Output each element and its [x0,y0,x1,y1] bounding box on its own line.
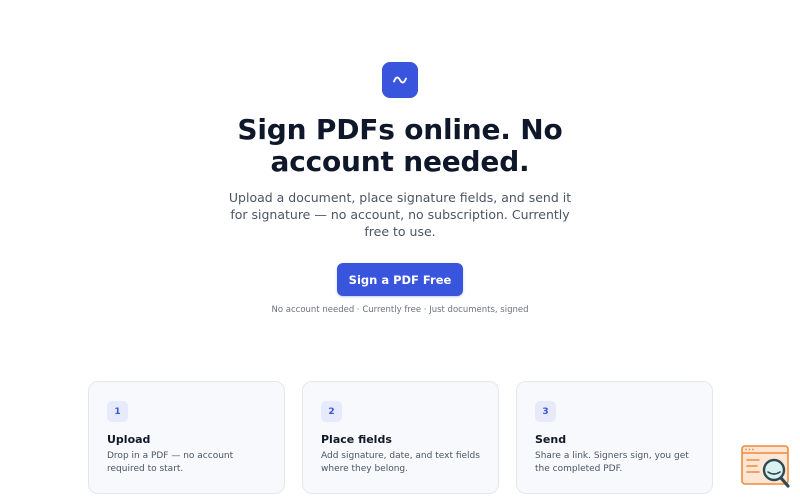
step-number-badge: 1 [107,401,128,422]
step-description: Drop in a PDF — no account required to s… [107,451,234,474]
search-magnifier-icon [741,445,790,488]
logo [382,62,418,98]
step-description: Add signature, date, and text fields whe… [321,451,480,474]
step-card-send: 3 Send Share a link. Signers sign, you g… [516,381,713,494]
landing-page: Sign PDFs online. No account needed. Upl… [0,0,800,500]
step-title: Upload [107,433,151,446]
step-description: Share a link. Signers sign, you get the … [535,451,689,474]
page-headline: Sign PDFs online. No account needed. [237,113,563,178]
page-subheadline: Upload a document, place signature field… [228,190,572,239]
search-helper-widget[interactable] [741,445,791,489]
step-card-upload: 1 Upload Drop in a PDF — no account requ… [88,381,285,494]
signature-wave-icon [393,76,407,84]
step-number-badge: 2 [321,401,342,422]
step-number-badge: 3 [535,401,556,422]
step-title: Send [535,433,567,446]
step-card-place-fields: 2 Place fields Add signature, date, and … [302,381,499,494]
cta-note: No account needed · Currently free · Jus… [271,305,529,315]
step-title: Place fields [321,433,392,446]
sign-pdf-free-button[interactable]: Sign a PDF Free [337,263,463,296]
